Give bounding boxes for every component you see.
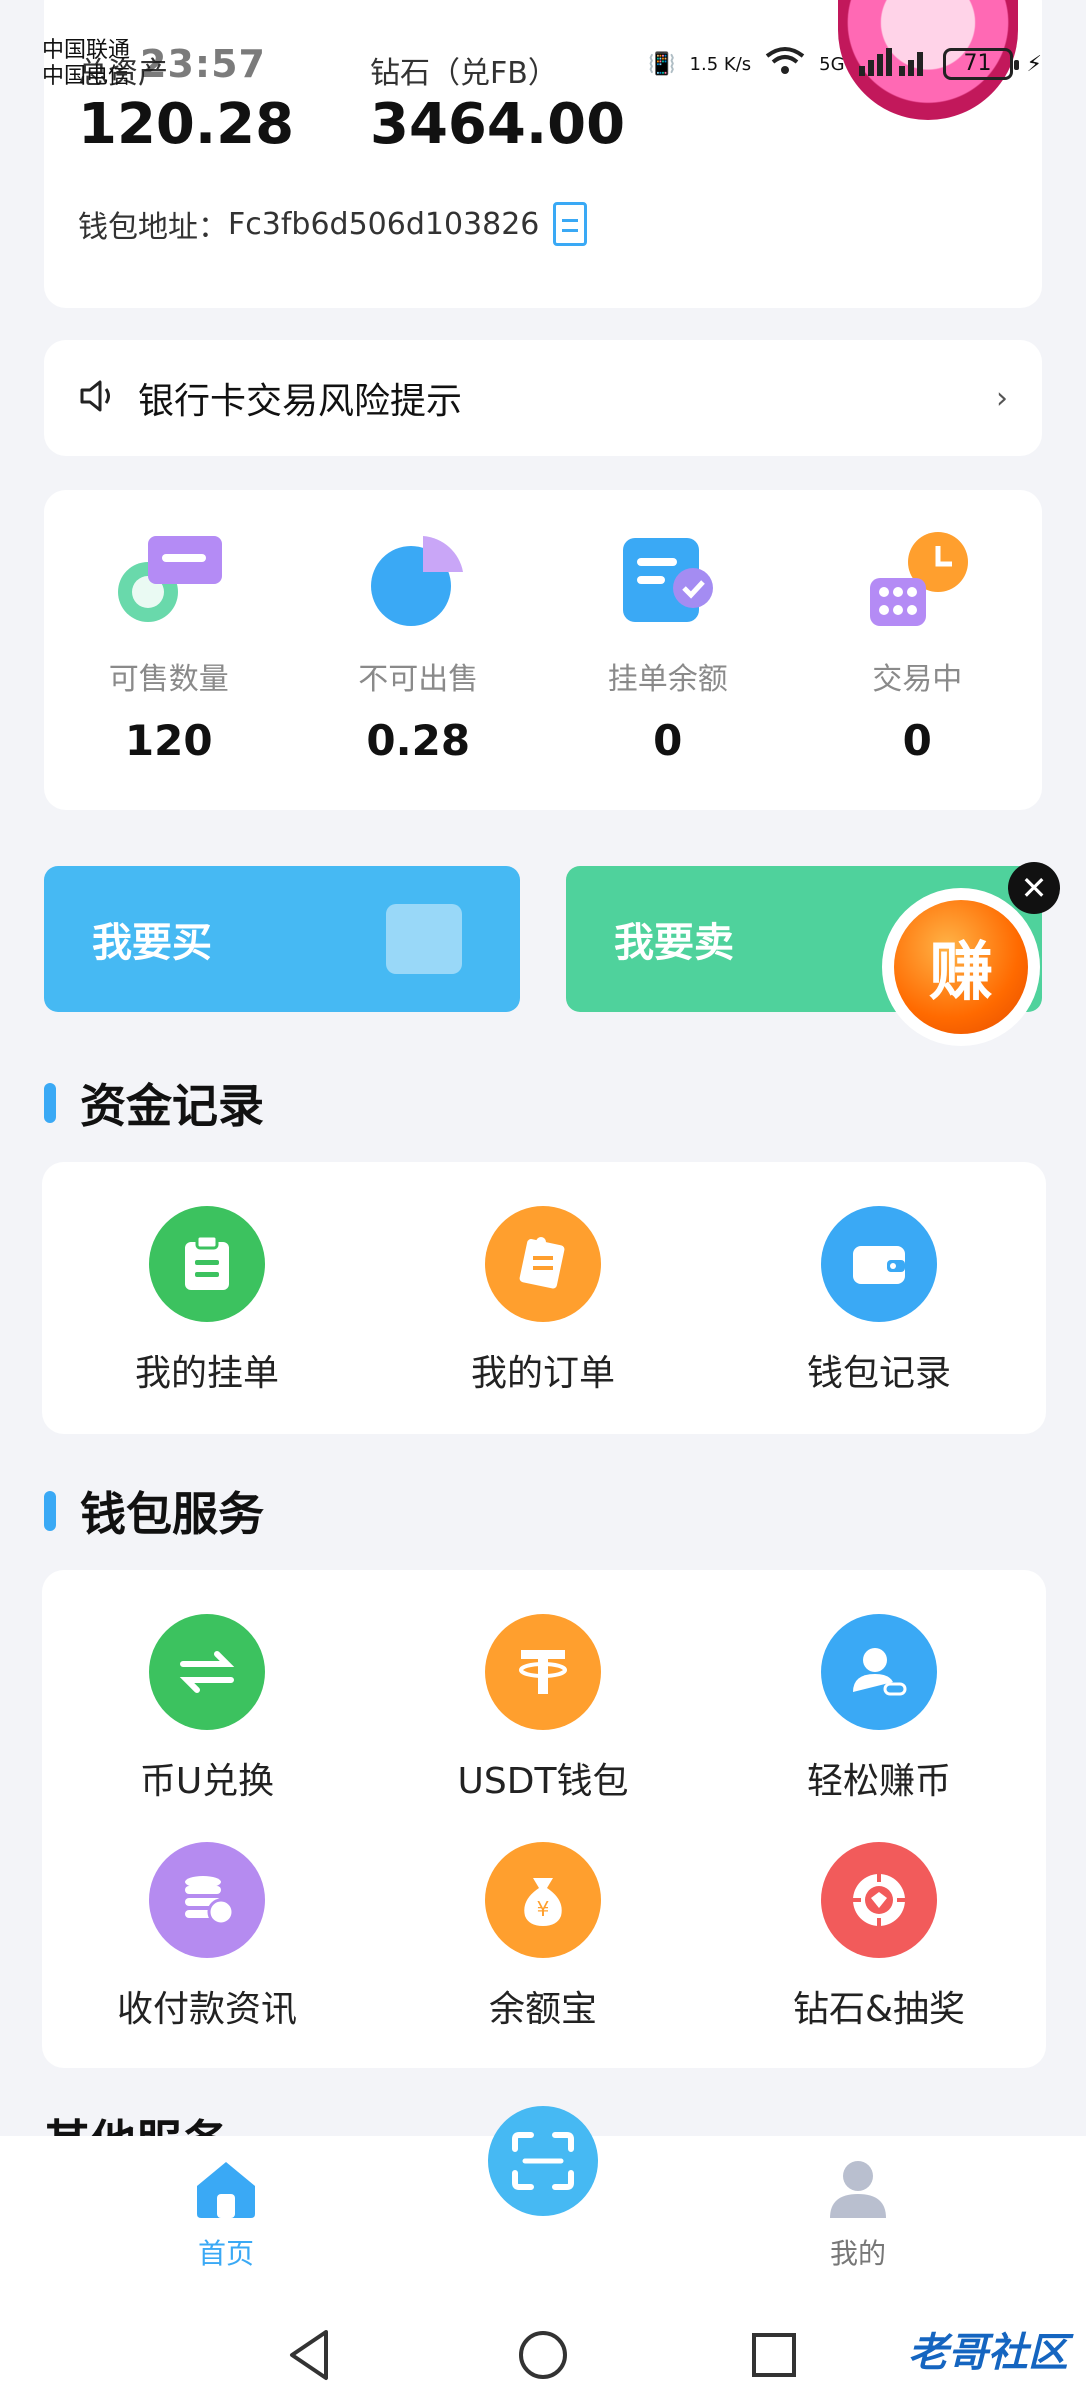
stat-value: 120 (124, 716, 213, 765)
wallet-services-title: 钱包服务 (44, 1478, 264, 1544)
back-icon[interactable] (286, 2328, 334, 2382)
risk-notice-bar[interactable]: 银行卡交易风险提示 › (44, 340, 1042, 456)
stat-unsellable: 不可出售 0.28 (294, 490, 544, 810)
nav-mine[interactable]: 我的 (788, 2158, 928, 2272)
stat-order-balance: 挂单余额 0 (543, 490, 793, 810)
close-icon[interactable]: ✕ (1008, 862, 1060, 914)
stat-value: 0 (653, 716, 683, 765)
wallet-address-label: 钱包地址： (78, 210, 228, 245)
item-label: 我的订单 (470, 1353, 615, 1394)
stat-trading: 交易中 0 (793, 490, 1043, 810)
status-bar: 中国联通 中国电信 23:57 📳 1.5 K/s 5G 71 ⚡ (0, 0, 1086, 110)
app-page: 中国联通 中国电信 23:57 📳 1.5 K/s 5G 71 ⚡ 总资产 12… (0, 0, 1086, 2400)
item-label: 轻松赚币 (806, 1761, 951, 1802)
my-orders-item[interactable]: 我的订单 (378, 1206, 708, 1396)
scan-icon (512, 2132, 574, 2190)
carrier-1: 中国联通 (42, 38, 131, 63)
coin-stack-icon (149, 1842, 265, 1958)
home-icon (197, 2162, 255, 2218)
wallet-icon (821, 1206, 937, 1322)
wallet-address: Fc3fb6d506d103826 (228, 206, 540, 242)
wallet-icon (386, 904, 462, 974)
earn-float-button[interactable]: 赚 (882, 888, 1040, 1046)
user-link-icon (821, 1614, 937, 1730)
item-label: 我的挂单 (134, 1353, 279, 1394)
speaker-icon (78, 378, 118, 418)
clock-grid-icon (862, 530, 972, 630)
easy-earn-item[interactable]: 轻松赚币 (714, 1614, 1044, 1804)
item-label: 币U兑换 (139, 1761, 275, 1802)
stat-label: 可售数量 (108, 662, 229, 697)
stat-value: 0.28 (366, 716, 471, 765)
nav-home-label: 首页 (197, 2237, 254, 2270)
buy-button[interactable]: 我要买 (44, 866, 520, 1012)
my-listings-item[interactable]: 我的挂单 (42, 1206, 372, 1396)
chevron-right-icon: › (996, 380, 1008, 416)
order-notes-icon (485, 1206, 601, 1322)
money-bag-icon: ¥ (485, 1842, 601, 1958)
item-label: 钻石&抽奖 (792, 1989, 966, 2030)
earn-label: 赚 (894, 900, 1028, 1034)
item-label: 钱包记录 (806, 1353, 951, 1394)
buy-label: 我要买 (92, 920, 212, 966)
battery-icon: 71 (942, 48, 1019, 80)
exchange-arrows-icon (149, 1614, 265, 1730)
svg-text:¥: ¥ (537, 1897, 550, 1921)
yuebao-item[interactable]: ¥ 余额宝 (378, 1842, 708, 2032)
recents-icon[interactable] (750, 2328, 798, 2382)
tether-icon (485, 1614, 601, 1730)
stats-card: 可售数量 120 不可出售 0.28 挂单余额 0 交易中 0 (44, 490, 1042, 810)
system-nav-bar: 老哥社区 (0, 2310, 1086, 2400)
watermark-logo: 老哥社区 (908, 2330, 1068, 2376)
sell-label: 我要卖 (614, 920, 734, 966)
user-icon (830, 2161, 886, 2218)
payment-info-item[interactable]: 收付款资讯 (42, 1842, 372, 2032)
card-icon (114, 530, 224, 630)
clipboard-icon (149, 1206, 265, 1322)
charging-icon: ⚡ (1026, 51, 1042, 77)
nav-home[interactable]: 首页 (156, 2158, 296, 2272)
fund-records-card: 我的挂单 我的订单 钱包记录 (42, 1162, 1046, 1434)
wallet-records-item[interactable]: 钱包记录 (714, 1206, 1044, 1396)
clock: 23:57 (140, 42, 266, 86)
pie-chart-icon (363, 530, 473, 630)
status-icons: 📳 1.5 K/s 5G 71 ⚡ (648, 46, 1042, 82)
stat-value: 0 (902, 716, 932, 765)
item-label: 余额宝 (488, 1989, 597, 2030)
item-label: 收付款资讯 (116, 1989, 297, 2030)
copy-icon[interactable] (553, 202, 588, 246)
document-check-icon (613, 530, 723, 630)
stat-saleable: 可售数量 120 (44, 490, 294, 810)
signal-icon (858, 46, 929, 82)
fund-records-title: 资金记录 (44, 1070, 264, 1136)
stat-label: 交易中 (872, 662, 963, 697)
wifi-icon (765, 46, 805, 82)
home-circle-icon[interactable] (517, 2328, 569, 2382)
diamond-lottery-item[interactable]: 钻石&抽奖 (714, 1842, 1044, 2032)
wallet-services-card: 币U兑换 USDT钱包 轻松赚币 收付款资讯 ¥ 余额宝 钻石&抽奖 (42, 1570, 1046, 2068)
item-label: USDT钱包 (457, 1761, 629, 1802)
carrier-2: 中国电信 (42, 64, 131, 89)
notice-text: 银行卡交易风险提示 (138, 381, 463, 422)
scan-button[interactable] (488, 2106, 598, 2216)
lottery-wheel-icon (821, 1842, 937, 1958)
net-type: 5G (819, 53, 845, 75)
vibrate-icon: 📳 (648, 51, 676, 77)
other-services-title: 其他服务 (44, 2106, 228, 2136)
carrier-info: 中国联通 中国电信 (42, 38, 130, 90)
coin-exchange-item[interactable]: 币U兑换 (42, 1614, 372, 1804)
stat-label: 挂单余额 (607, 662, 728, 697)
net-speed: 1.5 K/s (689, 53, 752, 75)
usdt-wallet-item[interactable]: USDT钱包 (378, 1614, 708, 1804)
wallet-address-row: 钱包地址： Fc3fb6d506d103826 (78, 202, 588, 246)
nav-mine-label: 我的 (829, 2237, 886, 2270)
stat-label: 不可出售 (358, 662, 479, 697)
